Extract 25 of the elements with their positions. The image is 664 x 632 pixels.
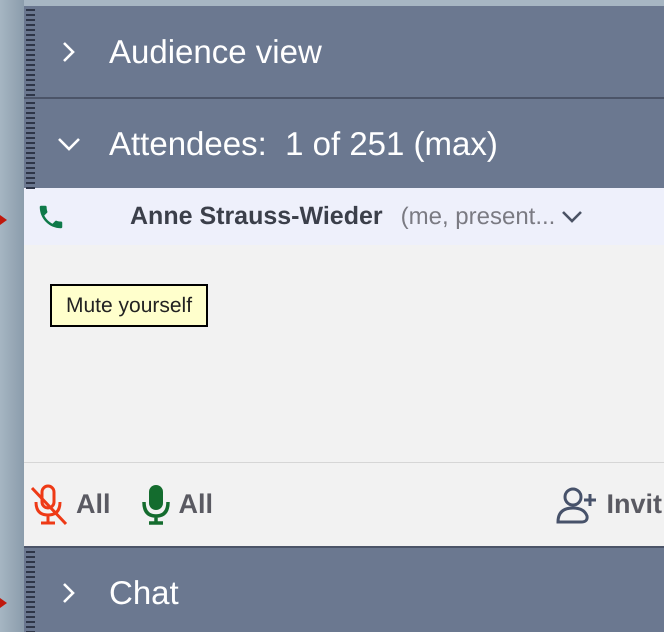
mic-icon (140, 484, 171, 526)
marker-icon (0, 214, 8, 226)
chevron-down-icon[interactable] (561, 210, 584, 224)
add-person-icon (556, 486, 598, 524)
section-header[interactable]: Attendees: 1 of 251 (max) (24, 97, 664, 188)
section-header[interactable]: Audience view (24, 6, 664, 97)
attendee-role: (me, present... (400, 202, 556, 232)
section-title: Chat (109, 572, 179, 613)
section-header[interactable]: Chat (24, 546, 664, 632)
muted-mic-icon (30, 484, 68, 526)
invite-button[interactable]: Invit (556, 484, 662, 525)
chevron-right-icon (61, 40, 77, 62)
grip-icon[interactable] (24, 548, 36, 632)
mute-all-button[interactable]: All (30, 484, 111, 526)
grip-icon[interactable] (24, 6, 36, 96)
chevron-right-icon (61, 582, 77, 604)
tooltip: Mute yourself (50, 284, 208, 328)
attendee-name: Anne Strauss-Wieder (130, 200, 383, 232)
grip-icon[interactable] (24, 99, 36, 189)
marker-icon (0, 597, 8, 609)
section-title: Audience view (109, 32, 322, 72)
chevron-down-icon (57, 136, 81, 150)
section-title: Attendees: 1 of 251 (max) (109, 124, 498, 164)
unmute-all-button[interactable]: All (140, 484, 214, 526)
attendee-row[interactable]: Anne Strauss-Wieder (me, present... (24, 188, 664, 245)
